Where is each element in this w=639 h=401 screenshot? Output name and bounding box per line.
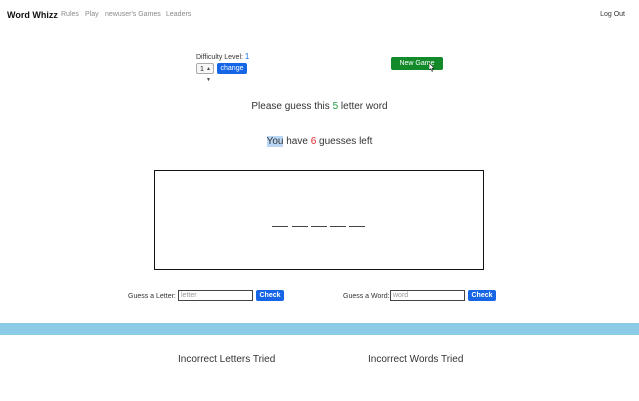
nav-link-play[interactable]: Play bbox=[85, 11, 99, 18]
change-difficulty-button[interactable]: change bbox=[217, 63, 247, 74]
letter-blank bbox=[292, 226, 308, 227]
mouse-cursor-icon bbox=[429, 63, 435, 72]
brand-logo[interactable]: Word Whizz bbox=[7, 10, 58, 20]
prompt-have: have bbox=[286, 136, 308, 147]
difficulty-label-text: Difficulty Level: bbox=[196, 54, 243, 61]
prompt-you: You bbox=[266, 136, 284, 147]
word-display-box bbox=[154, 170, 484, 270]
letter-blank bbox=[311, 226, 327, 227]
letter-blank bbox=[349, 226, 365, 227]
guesses-suffix: guesses left bbox=[319, 136, 373, 147]
nav-link-user-games[interactable]: newuser's Games bbox=[105, 11, 161, 18]
select-arrows-icon: ▲ ▼ bbox=[206, 66, 211, 83]
difficulty-level-value: 1 bbox=[244, 52, 250, 61]
incorrect-words-heading: Incorrect Words Tried bbox=[368, 354, 464, 365]
check-word-button[interactable]: Check bbox=[468, 290, 496, 301]
navbar: Word Whizz Rules Play newuser's Games Le… bbox=[0, 0, 639, 32]
guesses-left-value: 6 bbox=[310, 136, 317, 147]
nav-link-leaders[interactable]: Leaders bbox=[166, 11, 191, 18]
letter-blanks bbox=[272, 226, 368, 228]
word-length-value: 5 bbox=[332, 101, 339, 112]
guesses-left-prompt: You have 6 guesses left bbox=[0, 136, 639, 147]
prompt-prefix: Please guess this bbox=[251, 101, 330, 112]
section-divider bbox=[0, 323, 639, 335]
difficulty-label: Difficulty Level: 1 bbox=[196, 52, 249, 61]
new-game-button[interactable]: New Game bbox=[391, 57, 443, 70]
letter-blank bbox=[330, 226, 346, 227]
check-letter-button[interactable]: Check bbox=[256, 290, 284, 301]
prompt-suffix: letter word bbox=[340, 101, 388, 112]
difficulty-select[interactable]: 1 ▲ ▼ bbox=[196, 63, 214, 83]
nav-link-rules[interactable]: Rules bbox=[61, 11, 79, 18]
word-length-prompt: Please guess this 5 letter word bbox=[0, 101, 639, 112]
guess-letter-input[interactable]: letter bbox=[178, 290, 253, 301]
guess-word-input[interactable]: word bbox=[390, 290, 465, 301]
incorrect-letters-heading: Incorrect Letters Tried bbox=[178, 354, 276, 365]
letter-blank bbox=[272, 226, 288, 227]
logout-link[interactable]: Log Out bbox=[600, 11, 625, 18]
difficulty-select-value: 1 bbox=[200, 66, 204, 73]
guess-word-label: Guess a Word: bbox=[343, 293, 390, 300]
guess-letter-label: Guess a Letter: bbox=[128, 293, 176, 300]
